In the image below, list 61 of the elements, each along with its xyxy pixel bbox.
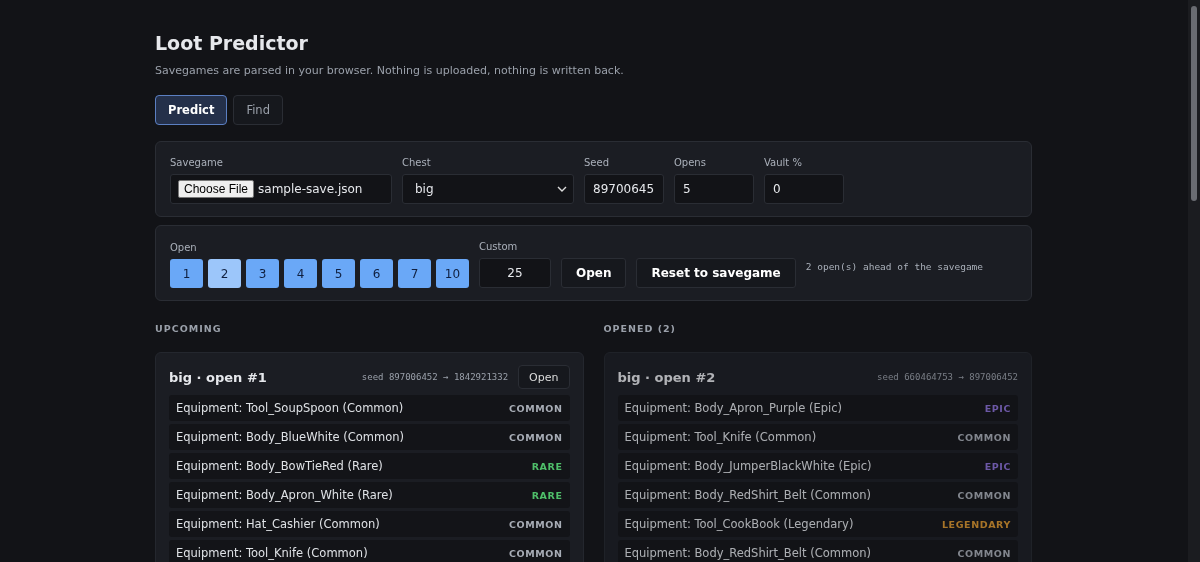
status-text: 2 open(s) ahead of the savegame xyxy=(805,260,984,272)
count-button[interactable]: 7 xyxy=(398,259,431,288)
item-name: Equipment: Body_JumperBlackWhite (Epic) xyxy=(624,459,872,473)
item-name: Equipment: Body_BowTieRed (Rare) xyxy=(176,459,383,473)
field-label: Seed xyxy=(584,157,610,168)
open-button[interactable]: Open xyxy=(561,258,627,288)
tab[interactable]: Find xyxy=(233,95,283,125)
item-name: Equipment: Tool_CookBook (Legendary) xyxy=(624,517,854,531)
field-label: Open xyxy=(170,242,198,253)
field-label: Savegame xyxy=(170,157,224,168)
item-name: Equipment: Tool_Knife (Common) xyxy=(176,546,368,560)
chevron-icon xyxy=(557,186,567,192)
item-name: Equipment: Tool_SoupSpoon (Common) xyxy=(176,401,404,415)
count-button[interactable]: 6 xyxy=(360,259,393,288)
chest-select[interactable]: big xyxy=(402,174,574,204)
rarity-label: COMMON xyxy=(957,431,1011,443)
item-name: Equipment: Body_Apron_White (Rare) xyxy=(176,488,393,502)
field-label: Chest xyxy=(402,157,432,168)
rarity-label: COMMON xyxy=(508,402,563,414)
count-button[interactable]: 4 xyxy=(284,259,317,288)
field-label: Vault % xyxy=(764,157,803,168)
page-title: Loot Predictor xyxy=(155,32,309,54)
rarity-label: RARE xyxy=(531,460,563,472)
seed-text: seed 897006452 → 1842921332 xyxy=(361,372,509,382)
reset-button[interactable]: Reset to savegame xyxy=(636,258,796,288)
item-name: Equipment: Tool_Knife (Common) xyxy=(624,430,817,444)
subtitle: Savegames are parsed in your browser. Nothing is uploaded, nothing is written back. xyxy=(155,64,625,77)
file-input[interactable]: Choose File sample-save.json xyxy=(170,174,392,204)
item-name: Equipment: Body_Apron_Purple (Epic) xyxy=(624,401,842,415)
item-name: Equipment: Hat_Cashier (Common) xyxy=(176,517,380,531)
rarity-label: COMMON xyxy=(957,547,1011,559)
rarity-label: COMMON xyxy=(957,489,1011,501)
rarity-label: COMMON xyxy=(508,518,563,530)
custom-input[interactable]: 25 xyxy=(479,258,551,288)
rarity-label: LEGENDARY xyxy=(941,518,1011,530)
scrollbar[interactable] xyxy=(1188,0,1200,562)
count-button[interactable]: 5 xyxy=(322,259,355,288)
card-title: big · open #1 xyxy=(169,369,268,385)
rarity-label: COMMON xyxy=(508,431,563,443)
rarity-label: COMMON xyxy=(508,547,563,559)
open-button[interactable]: Open xyxy=(518,365,570,389)
field-label: Opens xyxy=(674,157,707,168)
field-label: Custom xyxy=(479,241,519,252)
item-name: Equipment: Body_RedShirt_Belt (Common) xyxy=(624,546,871,560)
item-name: Equipment: Body_BlueWhite (Common) xyxy=(176,430,405,444)
rarity-label: RARE xyxy=(531,489,563,501)
opens-input[interactable]: 5 xyxy=(674,174,754,204)
card-title: big · open #2 xyxy=(617,369,717,385)
seed-input[interactable]: 89700645 xyxy=(584,174,664,204)
count-button[interactable]: 10 xyxy=(436,259,469,288)
count-button[interactable]: 2 xyxy=(208,259,241,288)
item-name: Equipment: Body_RedShirt_Belt (Common) xyxy=(624,488,871,502)
vault-input[interactable]: 0 xyxy=(764,174,844,204)
count-button[interactable]: 3 xyxy=(246,259,279,288)
section-heading: OPENED (2) xyxy=(603,323,677,334)
section-heading: UPCOMING xyxy=(155,323,223,334)
rarity-label: EPIC xyxy=(984,460,1011,472)
rarity-label: EPIC xyxy=(984,402,1011,414)
count-button[interactable]: 1 xyxy=(170,259,203,288)
seed-text: seed 660464753 → 897006452 xyxy=(877,372,1018,382)
tab[interactable]: Predict xyxy=(155,95,228,125)
